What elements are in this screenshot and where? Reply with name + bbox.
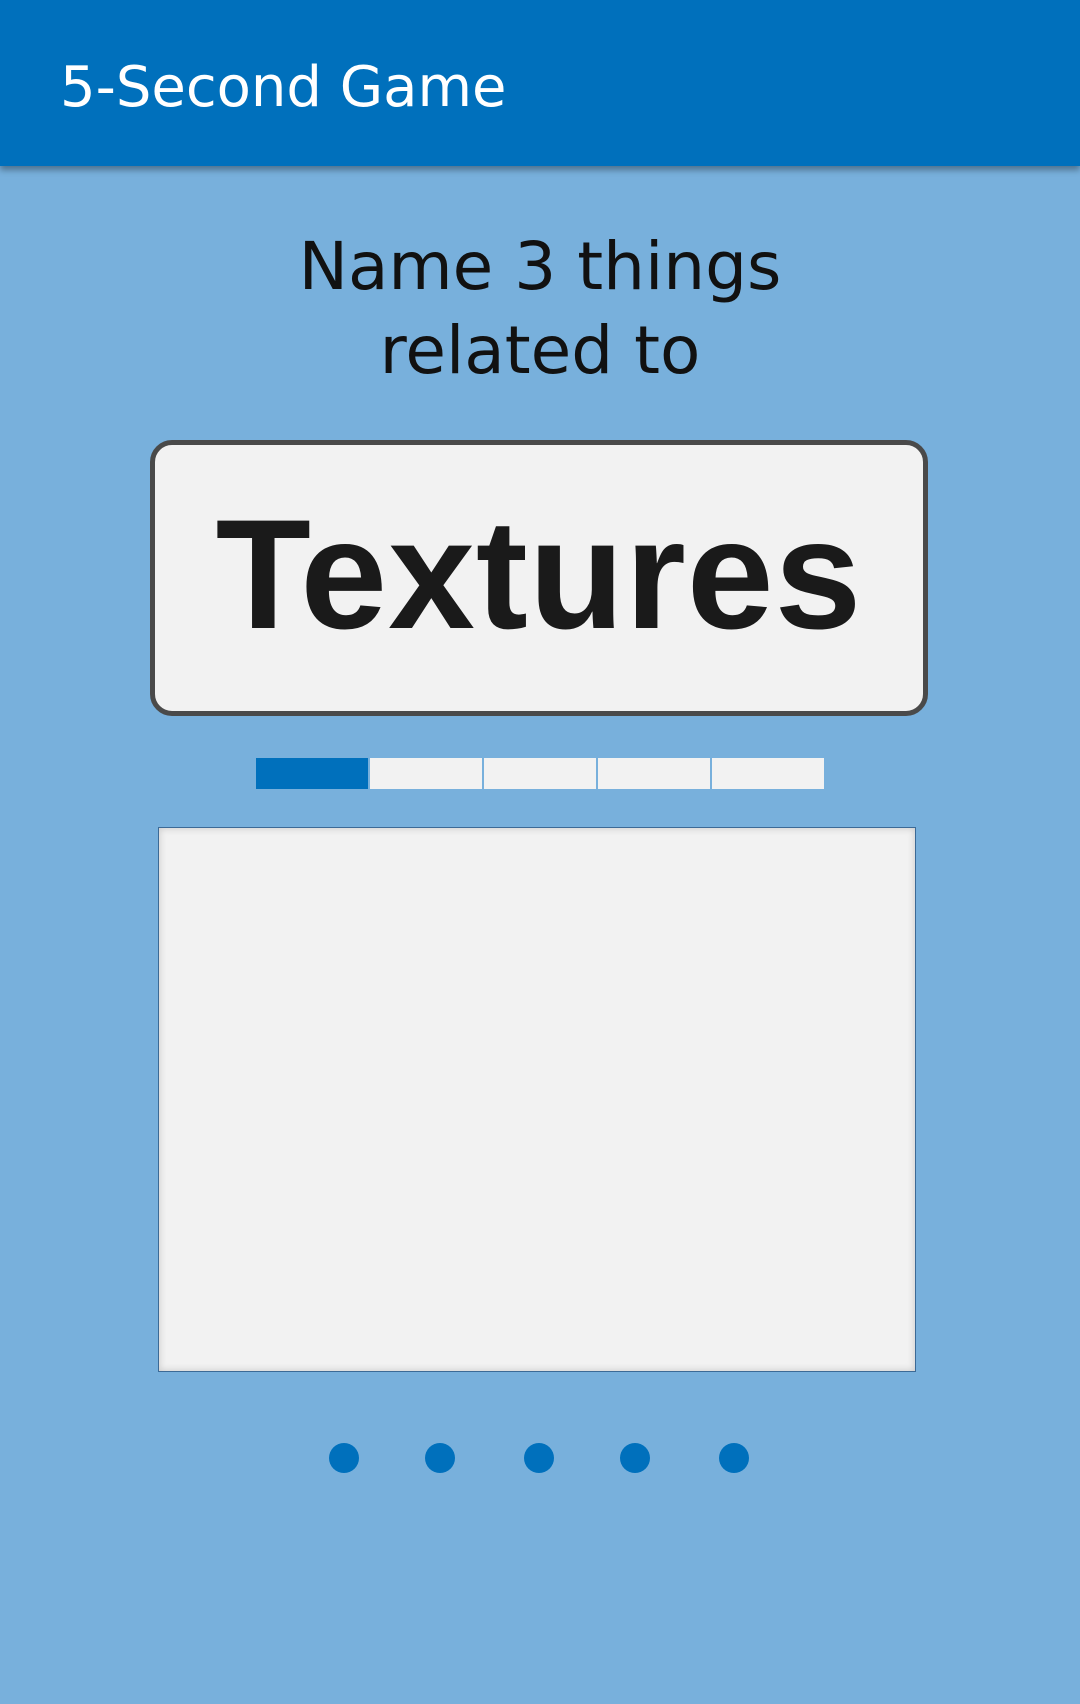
topic-word: Textures [215, 488, 863, 662]
page-dot[interactable] [524, 1443, 554, 1473]
app-bar: 5-Second Game [0, 0, 1080, 166]
timer-segment [368, 758, 482, 789]
page-dot[interactable] [329, 1443, 359, 1473]
topic-card: Textures [150, 440, 928, 716]
page-dot[interactable] [620, 1443, 650, 1473]
prompt-line-2: related to [379, 312, 701, 389]
prompt-line-1: Name 3 things [298, 228, 782, 305]
timer-segment [256, 758, 368, 789]
page-indicator [0, 1443, 1080, 1473]
timer-segment [596, 758, 710, 789]
timer-progress-bar [256, 758, 824, 789]
prompt-text: Name 3 things related to [0, 225, 1080, 393]
timer-segment [482, 758, 596, 789]
page-dot[interactable] [425, 1443, 455, 1473]
answer-area[interactable] [158, 827, 916, 1372]
timer-segment [710, 758, 824, 789]
page-dot[interactable] [719, 1443, 749, 1473]
app-title: 5-Second Game [60, 55, 507, 120]
